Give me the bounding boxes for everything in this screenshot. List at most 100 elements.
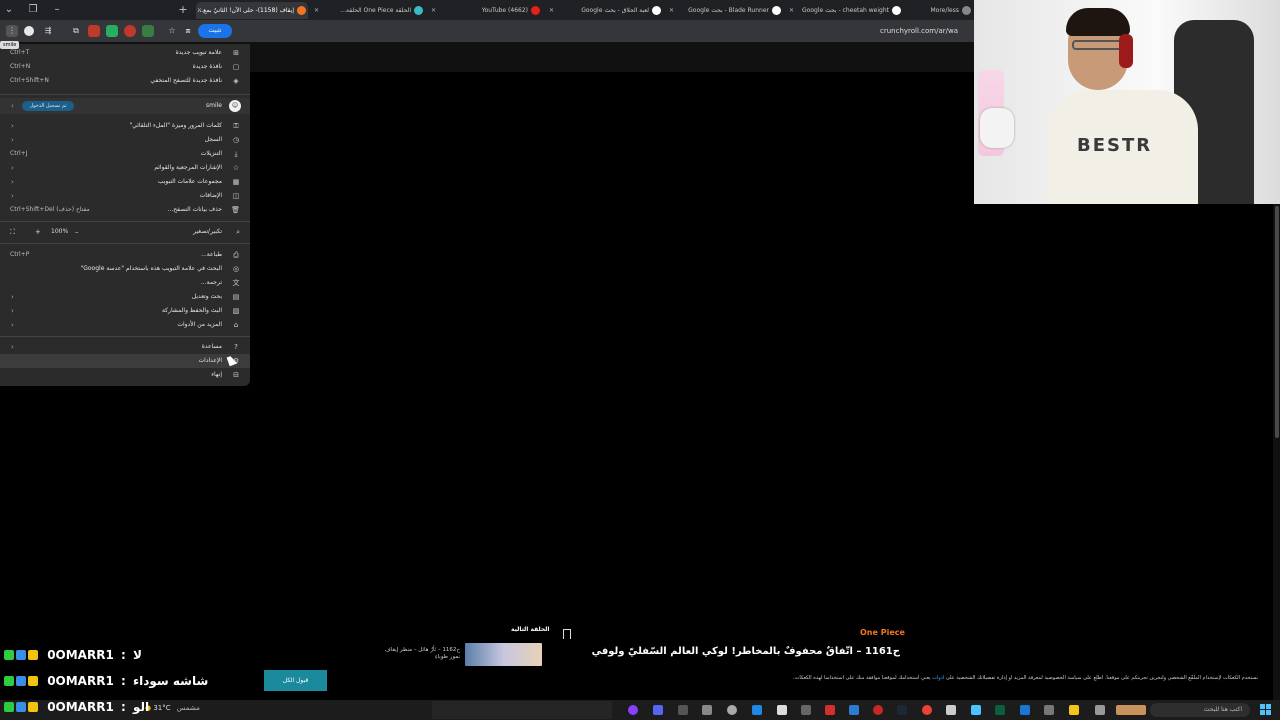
app-icon[interactable]	[752, 705, 762, 715]
menu-item-google-lens[interactable]: ◎ البحث في علامة التبويب هذه باستخدام "ع…	[0, 262, 250, 276]
app-icon[interactable]	[873, 705, 883, 715]
folder-icon[interactable]	[1069, 705, 1079, 715]
menu-item-print[interactable]: ⎙ طباعة... Ctrl+P	[0, 248, 250, 262]
menu-item-exit[interactable]: ⊟ إنهاء	[0, 368, 250, 382]
fullscreen-icon[interactable]: ⛶	[10, 225, 15, 239]
shortcut-label: Ctrl+J	[10, 150, 28, 157]
tab-youtube[interactable]: (4662) YouTube ✕	[430, 2, 542, 19]
zoom-in-button[interactable]: +	[35, 225, 41, 239]
tab-google-blade-runner[interactable]: Blade Runner - بحث Google ✕	[668, 2, 783, 19]
app-icon[interactable]	[849, 705, 859, 715]
menu-item-new-window[interactable]: ▢ نافذة جديدة Ctrl+N	[0, 60, 250, 74]
windows-start-icon[interactable]	[1260, 704, 1272, 716]
chat-message: 0OMARR1 : شاشه سوداء	[4, 673, 209, 688]
close-tab-icon[interactable]: ✕	[431, 2, 436, 19]
menu-item-downloads[interactable]: ⤓ التنزيلات Ctrl+J	[0, 147, 250, 161]
menu-divider	[0, 221, 250, 222]
browser-menu: ⊞ علامة تبويب جديدة Ctrl+T ▢ نافذة جديدة…	[0, 44, 250, 386]
install-app-icon[interactable]: ⧈	[182, 25, 194, 37]
menu-item-translate[interactable]: 文 ترجمة...	[0, 276, 250, 290]
menu-item-passwords[interactable]: ⚿ كلمات المرور وميزة "الملء التلقائي" ‹	[0, 119, 250, 133]
menu-item-settings[interactable]: ⚙ الإعدادات	[0, 354, 250, 368]
menu-item-history[interactable]: ◷ السجل ‹	[0, 133, 250, 147]
app-icon[interactable]	[946, 705, 956, 715]
youtube-extension-icon[interactable]	[88, 25, 100, 37]
tab-google-cheetah[interactable]: cheetah weight - بحث Google ✕	[788, 2, 903, 19]
tab-one-piece[interactable]: الحلقة One Piece الحلقة... ✕	[313, 2, 425, 19]
tab-label: More/less	[930, 7, 959, 14]
mail-icon[interactable]	[1020, 705, 1030, 715]
menu-item-help[interactable]: ? مساعدة ‹	[0, 340, 250, 354]
zoom-out-button[interactable]: –	[75, 225, 79, 239]
crown-icon	[28, 675, 38, 686]
chat-username: 0OMARR1	[47, 699, 114, 714]
menu-divider	[0, 94, 250, 95]
address-bar[interactable]: crunchyroll.com/ar/wa	[880, 24, 974, 38]
close-tab-icon[interactable]: ✕	[314, 2, 319, 19]
new-tab-button[interactable]: +	[177, 3, 189, 17]
app-icon[interactable]	[777, 705, 787, 715]
menu-item-bookmarks[interactable]: ☆ الإشارات المرجعية والقوائم ‹	[0, 161, 250, 175]
document-search-icon: ▤	[232, 293, 240, 301]
task-view-icon[interactable]	[1095, 705, 1105, 715]
series-link[interactable]: One Piece	[860, 628, 905, 637]
chat-text: شاشه سوداء	[132, 673, 209, 688]
tab-more-less[interactable]: More/less	[907, 2, 973, 19]
menu-item-incognito[interactable]: ◈ نافذة جديدة للتصفح المتخفي Ctrl+Shift+…	[0, 74, 250, 88]
scrollbar-thumb[interactable]	[1275, 206, 1279, 438]
minimize-icon[interactable]: –	[50, 3, 64, 17]
app-icon[interactable]	[628, 705, 638, 715]
profile-avatar-icon[interactable]	[24, 26, 34, 36]
menu-item-label: حذف بيانات التصفح...	[167, 206, 223, 213]
green-extension-icon[interactable]	[106, 25, 118, 37]
red-extension-icon[interactable]	[124, 25, 136, 37]
restore-window-icon[interactable]: ❐	[26, 3, 40, 17]
app-icon[interactable]	[1044, 705, 1054, 715]
bookmark-icon[interactable]	[563, 629, 571, 639]
crown-icon	[28, 701, 38, 712]
close-tab-icon[interactable]: ✕	[197, 2, 202, 19]
tab-google-barber[interactable]: لعبة الحلاق - بحث Google ✕	[548, 2, 663, 19]
accept-cookies-button[interactable]: قبول الكل	[264, 670, 327, 691]
steam-icon[interactable]	[897, 705, 907, 715]
menu-item-label: مجموعات علامات التبويب	[157, 178, 222, 185]
google-favicon-icon	[652, 6, 661, 15]
menu-kebab-icon[interactable]: ⋮	[6, 25, 18, 37]
app-icon[interactable]	[653, 705, 663, 715]
menu-item-find-edit[interactable]: ▤ بحث وتعديل ‹	[0, 290, 250, 304]
chrome-icon[interactable]	[922, 705, 932, 715]
menu-profile-row[interactable]: ☺ smile تم تسجيل الدخول ‹	[0, 98, 250, 114]
app-icon[interactable]	[702, 705, 712, 715]
extension-badge-icon[interactable]	[142, 25, 154, 37]
menu-item-new-tab[interactable]: ⊞ علامة تبويب جديدة Ctrl+T	[0, 46, 250, 60]
chevron-left-icon: ‹	[11, 321, 14, 329]
extensions-puzzle-icon[interactable]: ⧉	[70, 25, 82, 37]
weather-widget[interactable]: ● 31°C مشمس	[145, 704, 200, 712]
close-tab-icon[interactable]: ✕	[549, 2, 554, 19]
next-episode-thumbnail[interactable]	[465, 643, 542, 666]
app-icon[interactable]	[995, 705, 1005, 715]
extension-icon[interactable]: ⇶	[42, 25, 54, 37]
toolbox-icon: ⌂	[233, 321, 239, 329]
menu-item-extensions[interactable]: ◫ الإضافات ‹	[0, 189, 250, 203]
tab-search-icon[interactable]: ⌄	[2, 3, 16, 17]
privacy-tools-link[interactable]: أدوات	[932, 675, 944, 681]
close-tab-icon[interactable]: ✕	[789, 2, 794, 19]
app-icon[interactable]	[825, 705, 835, 715]
app-icon[interactable]	[971, 705, 981, 715]
bookmark-star-icon[interactable]: ☆	[166, 25, 178, 37]
app-icon[interactable]	[727, 705, 737, 715]
puzzle-icon: ◫	[232, 192, 240, 200]
next-episode-title[interactable]: ح1162 – ثأرٌ هائل – منظر إيقاف نمور طوبا…	[380, 647, 460, 661]
close-tab-icon[interactable]: ✕	[669, 2, 674, 19]
taskbar-search-input[interactable]: اكتب هنا للبحث	[1150, 703, 1250, 717]
menu-item-cast-save-share[interactable]: ▧ البث والحفظ والمشاركة ‹	[0, 304, 250, 318]
menu-item-tab-groups[interactable]: ▦ مجموعات علامات التبويب ‹	[0, 175, 250, 189]
install-button[interactable]: تثبيت	[198, 24, 232, 38]
app-icon[interactable]	[678, 705, 688, 715]
tab-crunchyroll[interactable]: إيقاف (1158)- حلى الآن! الثانيُ بمع... ✕	[196, 2, 308, 19]
menu-item-clear-data[interactable]: 🗑 حذف بيانات التصفح... Ctrl+Shift+Del (ح…	[0, 203, 250, 217]
app-icon[interactable]	[801, 705, 811, 715]
menu-item-more-tools[interactable]: ⌂ المزيد من الأدوات ‹	[0, 318, 250, 332]
shortcut-label: Ctrl+Shift+N	[10, 77, 49, 84]
